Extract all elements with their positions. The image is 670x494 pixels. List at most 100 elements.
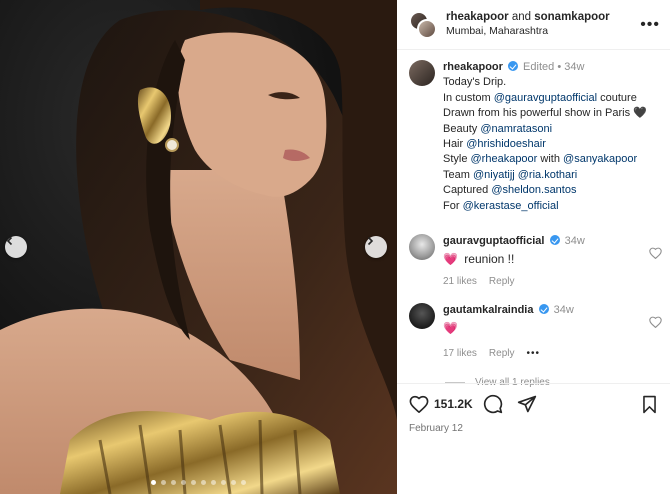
caption-text-segment: Drawn from his powerful show in Paris — [443, 107, 634, 120]
like-count[interactable]: 21 likes — [443, 274, 477, 289]
caption-text-segment: Hair — [443, 138, 467, 151]
action-row: 151.2K — [409, 394, 658, 414]
caption-text-segment: For — [443, 199, 463, 212]
carousel-dot — [201, 480, 206, 485]
caption-text: Today's Drip. In custom @gauravguptaoffic… — [443, 75, 647, 214]
username-link[interactable]: gauravguptaofficial — [443, 235, 544, 247]
timestamp[interactable]: 34w — [554, 304, 574, 316]
pink-heart-emoji: 💗 — [443, 321, 458, 336]
avatar[interactable] — [409, 234, 435, 261]
heart-outline-icon[interactable] — [649, 315, 662, 333]
like-heart-icon[interactable] — [409, 395, 429, 413]
verified-badge-icon — [538, 304, 549, 315]
carousel-dot — [161, 480, 166, 485]
mention-link[interactable]: @sanyakapoor — [563, 153, 637, 165]
username-link[interactable]: sonamkapoor — [534, 11, 609, 23]
carousel-indicator — [0, 480, 397, 485]
caption-text-segment: Beauty — [443, 122, 481, 135]
more-options-icon[interactable]: ••• — [640, 16, 660, 34]
mention-link[interactable]: @ria.kothari — [518, 169, 577, 181]
carousel-dot — [211, 480, 216, 485]
verified-badge-icon — [549, 235, 560, 246]
username-link[interactable]: rheakapoor — [446, 11, 509, 23]
comment-text: 💗 — [443, 321, 658, 336]
portrait-illustration — [0, 0, 397, 494]
mention-link[interactable]: @rheakapoor — [471, 153, 538, 165]
username-link[interactable]: gautamkalraindia — [443, 304, 533, 316]
carousel-dot — [241, 480, 246, 485]
caption-text-segment: Captured — [443, 184, 492, 197]
post-date[interactable]: February 12 — [409, 423, 658, 434]
heart-outline-icon[interactable] — [649, 246, 662, 264]
carousel-dot — [221, 480, 226, 485]
comment-actions: 17 likes Reply ••• — [443, 346, 658, 361]
username-link[interactable]: rheakapoor — [443, 61, 503, 73]
caption-line: Captured @sheldon.santos — [443, 183, 647, 198]
action-bar: 151.2K February 12 — [397, 383, 670, 494]
comment-actions: 21 likes Reply — [443, 274, 658, 289]
caption-line: Team @niyatijj @ria.kothari — [443, 168, 647, 183]
caption-line: Drawn from his powerful show in Paris 🖤 — [443, 106, 647, 121]
carousel-dot — [181, 480, 186, 485]
share-paper-plane-icon[interactable] — [517, 394, 537, 414]
caption-text-segment: Today's Drip. — [443, 76, 507, 89]
caption-text-segment: Team — [443, 168, 473, 181]
previous-image-button[interactable] — [5, 236, 27, 258]
comment-text: 💗 reunion !! — [443, 252, 658, 267]
edited-label: Edited — [523, 61, 555, 73]
likes-count[interactable]: 151.2K — [434, 397, 473, 411]
comment: gauravguptaofficial 34w 💗 reunion !! 21 … — [397, 234, 670, 289]
carousel-dot — [231, 480, 236, 485]
avatar — [417, 18, 437, 39]
post-header: rheakapoor and sonamkapoor Mumbai, Mahar… — [397, 0, 670, 50]
comment-meta: gauravguptaofficial 34w — [443, 234, 658, 249]
caption-text-segment: couture — [597, 91, 637, 104]
mention-link[interactable]: @kerastase_official — [463, 200, 559, 212]
reply-button[interactable]: Reply — [489, 346, 515, 361]
caption-body: rheakapoor Edited • 34w Today's Drip. In … — [443, 60, 647, 214]
separator-dot: • — [557, 61, 562, 73]
avatar[interactable] — [409, 60, 435, 86]
carousel-dot — [191, 480, 196, 485]
mention-link[interactable]: @hrishidoeshair — [466, 138, 546, 150]
post-details-panel: rheakapoor and sonamkapoor Mumbai, Mahar… — [397, 0, 670, 494]
comment-options-icon[interactable]: ••• — [526, 346, 540, 361]
mention-link[interactable]: @sheldon.santos — [491, 184, 576, 196]
caption-line: Hair @hrishidoeshair — [443, 137, 647, 152]
carousel-dot — [151, 480, 156, 485]
caption-line: Style @rheakapoor with @sanyakapoor — [443, 152, 647, 167]
header-text: rheakapoor and sonamkapoor Mumbai, Mahar… — [446, 10, 640, 39]
comment-bubble-icon[interactable] — [483, 394, 503, 414]
collab-usernames: rheakapoor and sonamkapoor — [446, 10, 640, 25]
post-image — [0, 0, 397, 494]
timestamp[interactable]: 34w — [564, 61, 584, 73]
timestamp[interactable]: 34w — [565, 235, 585, 247]
caption-line: Today's Drip. — [443, 75, 647, 90]
comment-body: gautamkalraindia 34w 💗 17 likes Reply ••… — [443, 303, 658, 361]
caption-meta: rheakapoor Edited • 34w — [443, 60, 647, 75]
mention-link[interactable]: @gauravguptaofficial — [494, 92, 597, 104]
chevron-right-icon — [367, 236, 374, 246]
black-heart-emoji: 🖤 — [633, 107, 647, 120]
comment-meta: gautamkalraindia 34w — [443, 303, 658, 318]
post-caption: rheakapoor Edited • 34w Today's Drip. In … — [397, 56, 670, 214]
avatar[interactable] — [409, 303, 435, 330]
comment-body: gauravguptaofficial 34w 💗 reunion !! 21 … — [443, 234, 658, 289]
caption-text-segment: In custom — [443, 91, 494, 104]
caption-text-segment: Style — [443, 153, 471, 166]
reply-button[interactable]: Reply — [489, 274, 515, 289]
location-link[interactable]: Mumbai, Maharashtra — [446, 25, 640, 39]
mention-link[interactable]: @namratasoni — [480, 123, 552, 135]
comment-message: reunion !! — [464, 252, 515, 267]
caption-line: Beauty @namratasoni — [443, 122, 647, 137]
next-image-button[interactable] — [365, 236, 387, 258]
bookmark-icon[interactable] — [641, 395, 658, 414]
collab-avatars[interactable] — [409, 10, 437, 39]
mention-link[interactable]: @niyatijj — [473, 169, 515, 181]
comments-section: rheakapoor Edited • 34w Today's Drip. In … — [397, 56, 670, 388]
caption-text-segment: with — [537, 153, 564, 166]
like-count[interactable]: 17 likes — [443, 346, 477, 361]
verified-badge-icon — [507, 61, 518, 71]
caption-line: In custom @gauravguptaofficial couture — [443, 91, 647, 106]
comment: gautamkalraindia 34w 💗 17 likes Reply ••… — [397, 303, 670, 361]
